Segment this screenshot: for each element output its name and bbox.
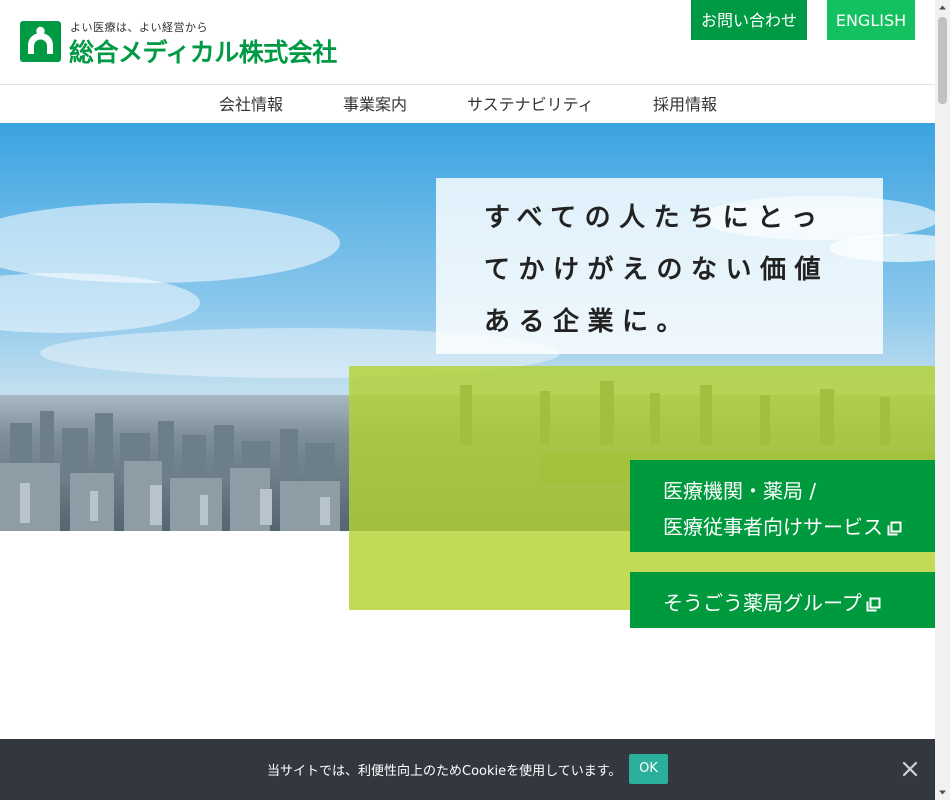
cookie-ok-button[interactable]: OK [629,754,668,784]
scroll-arrow-down-icon[interactable] [935,785,950,800]
medical-services-line1: 医療機関・薬局 / [663,479,817,503]
contact-button[interactable]: お問い合わせ [691,0,807,40]
logo-company-name: 総合メディカル株式会社 [69,38,337,67]
global-nav: 会社情報 事業案内 サステナビリティ 採用情報 [0,85,935,123]
scroll-arrow-up-icon[interactable] [935,0,950,15]
medical-services-link-button[interactable]: 医療機関・薬局 / 医療従事者向けサービス [630,460,935,552]
scrollbar-thumb[interactable] [938,17,947,104]
medical-services-line2: 医療従事者向けサービス [663,511,902,540]
hero-headline: すべての人たちにとってかけがえのない価値ある企業に。 [484,203,830,337]
sogo-pharmacy-group-text: そうごう薬局グループ [663,591,862,615]
medical-services-line2-text: 医療従事者向けサービス [663,515,883,539]
site-header: よい医療は、よい経営から 総合メディカル株式会社 お問い合わせ ENGLISH [0,0,935,85]
nav-item-sustainability[interactable]: サステナビリティ [467,85,594,123]
nav-item-recruit[interactable]: 採用情報 [653,85,717,123]
external-link-icon [866,597,881,612]
logo-mark-icon [20,21,61,62]
close-icon[interactable] [900,759,920,779]
cookie-consent-bar: 当サイトでは、利便性向上のためCookieを使用しています。 OK [0,739,935,800]
hero-headline-box: すべての人たちにとってかけがえのない価値ある企業に。 [436,178,883,354]
english-button[interactable]: ENGLISH [827,0,915,40]
page: よい医療は、よい経営から 総合メディカル株式会社 お問い合わせ ENGLISH … [0,0,935,800]
sogo-pharmacy-group-link-button[interactable]: そうごう薬局グループ [630,572,935,628]
cookie-message: 当サイトでは、利便性向上のためCookieを使用しています。 [267,764,622,779]
page-scrollbar[interactable] [935,0,950,800]
sogo-pharmacy-group-line: そうごう薬局グループ [663,587,881,616]
external-link-icon [887,521,902,536]
company-logo[interactable]: よい医療は、よい経営から 総合メディカル株式会社 [20,19,360,67]
nav-item-company-info[interactable]: 会社情報 [219,85,283,123]
nav-item-business[interactable]: 事業案内 [343,85,407,123]
